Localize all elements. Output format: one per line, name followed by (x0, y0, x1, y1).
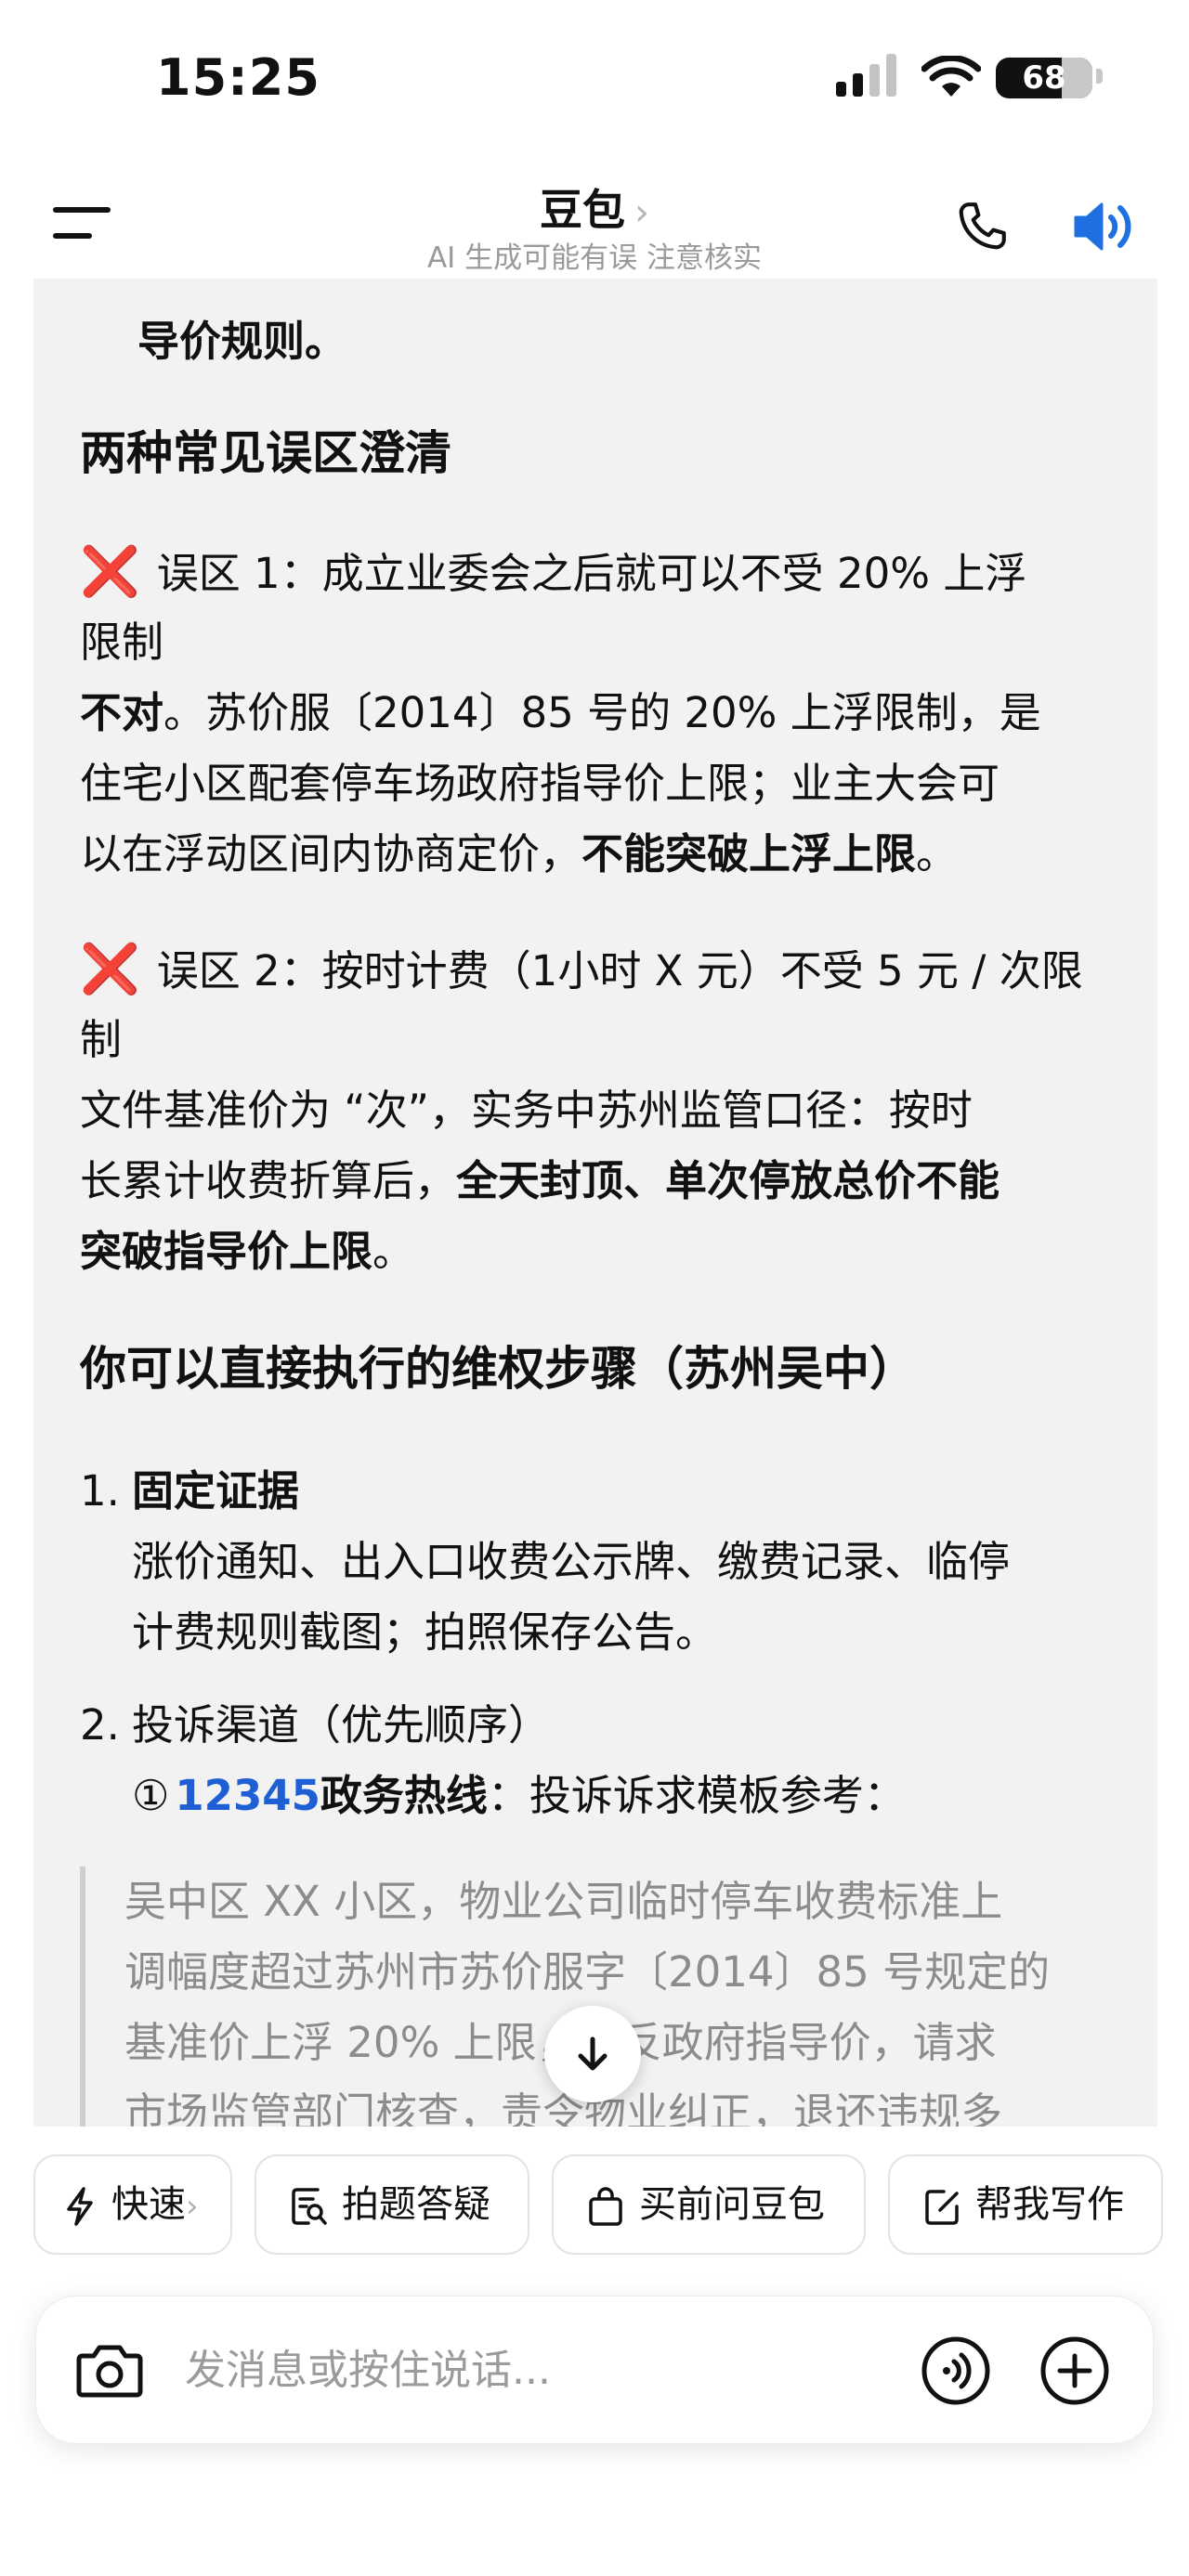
quote-line-1: 吴中区 XX 小区，物业公司临时停车收费标准上 (124, 1877, 1003, 1926)
section-heading-steps: 你可以直接执行的维权步骤（苏州吴中） (80, 1342, 916, 1396)
myth-2-title-line1: 误区 2：按时计费（1小时 X 元）不受 5 元 / 次限 (156, 946, 1083, 995)
wifi-icon (921, 56, 981, 97)
myth-1-emphasis: 不能突破上浮上限 (581, 829, 917, 878)
quick-action-help-write-label: 帮我写作 (975, 2183, 1124, 2226)
shopping-bag-icon (589, 2187, 622, 2226)
chat-header: 豆包 › AI 生成可能有误 注意核实 (0, 139, 1189, 279)
myth-1-period: 。 (916, 829, 959, 878)
myth-1-body-line1: 不对。苏价服〔2014〕85 号的 20% 上浮限制，是 (80, 678, 1130, 748)
step-1-number: 1. (80, 1466, 120, 1516)
myth-1-title-line2: 限制 (80, 618, 164, 667)
quick-action-photo-question-label: 拍题答疑 (342, 2183, 490, 2226)
hotline-label: 政务热线 (320, 1771, 488, 1820)
step-2-number: 2. (80, 1700, 120, 1750)
quick-action-fast[interactable]: 快速› (33, 2154, 232, 2255)
circled-number-1: ① (132, 1771, 170, 1820)
message-input[interactable]: 发消息或按住说话... (185, 2296, 551, 2445)
cross-mark-icon: ❌ (80, 942, 140, 997)
myth-2-title-line2: 制 (80, 1015, 123, 1064)
myth-1-body-text: 。苏价服〔2014〕85 号的 20% 上浮限制，是 (163, 688, 1041, 737)
myth-1-body-line3: 以在浮动区间内协商定价，不能突破上浮上限。 (80, 819, 1130, 890)
step-1-title-text: 固定证据 (132, 1466, 300, 1516)
quick-action-help-write[interactable]: 帮我写作 (888, 2154, 1163, 2255)
myth-2-body-line2-text: 长累计收费折算后， (80, 1156, 457, 1205)
status-time: 15:25 (156, 48, 320, 107)
myth-2-title: ❌ 误区 2：按时计费（1小时 X 元）不受 5 元 / 次限 (80, 934, 1130, 1007)
hotline-number-link[interactable]: 12345 (175, 1771, 320, 1820)
quick-action-photo-question[interactable]: 拍题答疑 (255, 2154, 529, 2255)
edit-icon (925, 2190, 959, 2225)
step-2-title: 2. 投诉渠道（优先顺序） (80, 1690, 1130, 1761)
myth-2-body-line2: 长累计收费折算后，全天封顶、单次停放总价不能 (80, 1146, 1130, 1216)
header-title: 豆包 (540, 185, 625, 235)
quick-action-ask-before-buying-label: 买前问豆包 (639, 2183, 825, 2226)
myth-2-body-line3: 突破指导价上限。 (80, 1216, 1130, 1287)
chevron-right-icon: › (634, 191, 649, 234)
step-2-hotline-line: ① 12345政务热线：投诉诉求模板参考： (80, 1761, 1157, 1831)
hotline-description: ：投诉诉求模板参考： (487, 1771, 906, 1820)
step-1-title: 1. 固定证据 (80, 1456, 1130, 1527)
myth-2-emphasis-b: 突破指导价上限 (80, 1227, 373, 1276)
scroll-to-bottom-button[interactable] (544, 2006, 641, 2102)
plus-icon[interactable] (1039, 2335, 1110, 2406)
myth-2-body-line1: 文件基准价为 “次”，实务中苏州监管口径：按时 (80, 1086, 973, 1135)
myth-1-body-line3-text: 以在浮动区间内协商定价， (80, 829, 582, 878)
cross-mark-icon: ❌ (80, 544, 140, 600)
status-icons: 68 (836, 54, 1115, 110)
previous-text-fragment: 导价规则。 (137, 317, 347, 366)
myth-2-period: 。 (372, 1227, 415, 1276)
ai-message-card: 导价规则。 两种常见误区澄清 ❌ 误区 1：成立业委会之后就可以不受 20% 上浮… (33, 279, 1157, 2136)
myth-2-emphasis-a: 全天封顶、单次停放总价不能 (456, 1156, 1000, 1205)
quote-line-2: 调幅度超过苏州市苏价服字〔2014〕85 号规定的 (124, 1947, 1051, 1997)
header-subtitle: AI 生成可能有误 注意核实 (426, 241, 763, 275)
chevron-right-icon: › (186, 2188, 199, 2225)
composer-area: 快速› 拍题答疑 买前问豆包 帮我写作 发消息或按住说话... (0, 2127, 1189, 2576)
message-input-bar: 发消息或按住说话... (35, 2296, 1154, 2444)
quick-action-ask-before-buying[interactable]: 买前问豆包 (552, 2154, 866, 2255)
phone-icon[interactable] (953, 198, 1011, 255)
battery-icon: 68 (996, 58, 1092, 98)
header-title-button[interactable]: 豆包 › (0, 176, 1189, 238)
myth-1-verdict: 不对 (80, 688, 164, 737)
myth-1-body-line2: 住宅小区配套停车场政府指导价上限；业主大会可 (80, 759, 1000, 808)
step-2-title-text: 投诉渠道（优先顺序） (132, 1700, 551, 1750)
step-1-body-line2: 计费规则截图；拍照保存公告。 (132, 1607, 718, 1657)
myth-1-title-line1: 误区 1：成立业委会之后就可以不受 20% 上浮 (156, 549, 1027, 598)
battery-tip (1096, 69, 1103, 84)
section-heading-misconceptions: 两种常见误区澄清 (80, 426, 451, 480)
status-bar: 15:25 68 (0, 0, 1189, 139)
lightning-icon (67, 2187, 93, 2226)
arrow-down-icon (578, 2036, 608, 2071)
camera-icon[interactable] (75, 2339, 144, 2400)
photo-question-icon (292, 2188, 327, 2225)
battery-level: 68 (1022, 59, 1066, 97)
cellular-signal-icon (836, 54, 896, 97)
voice-input-icon[interactable] (921, 2335, 991, 2406)
step-1-body-line1: 涨价通知、出入口收费公示牌、缴费记录、临停 (132, 1537, 1011, 1586)
speaker-icon[interactable] (1072, 197, 1137, 256)
myth-1-title: ❌ 误区 1：成立业委会之后就可以不受 20% 上浮 (80, 537, 1130, 609)
quick-action-fast-label: 快速› (111, 2183, 199, 2226)
